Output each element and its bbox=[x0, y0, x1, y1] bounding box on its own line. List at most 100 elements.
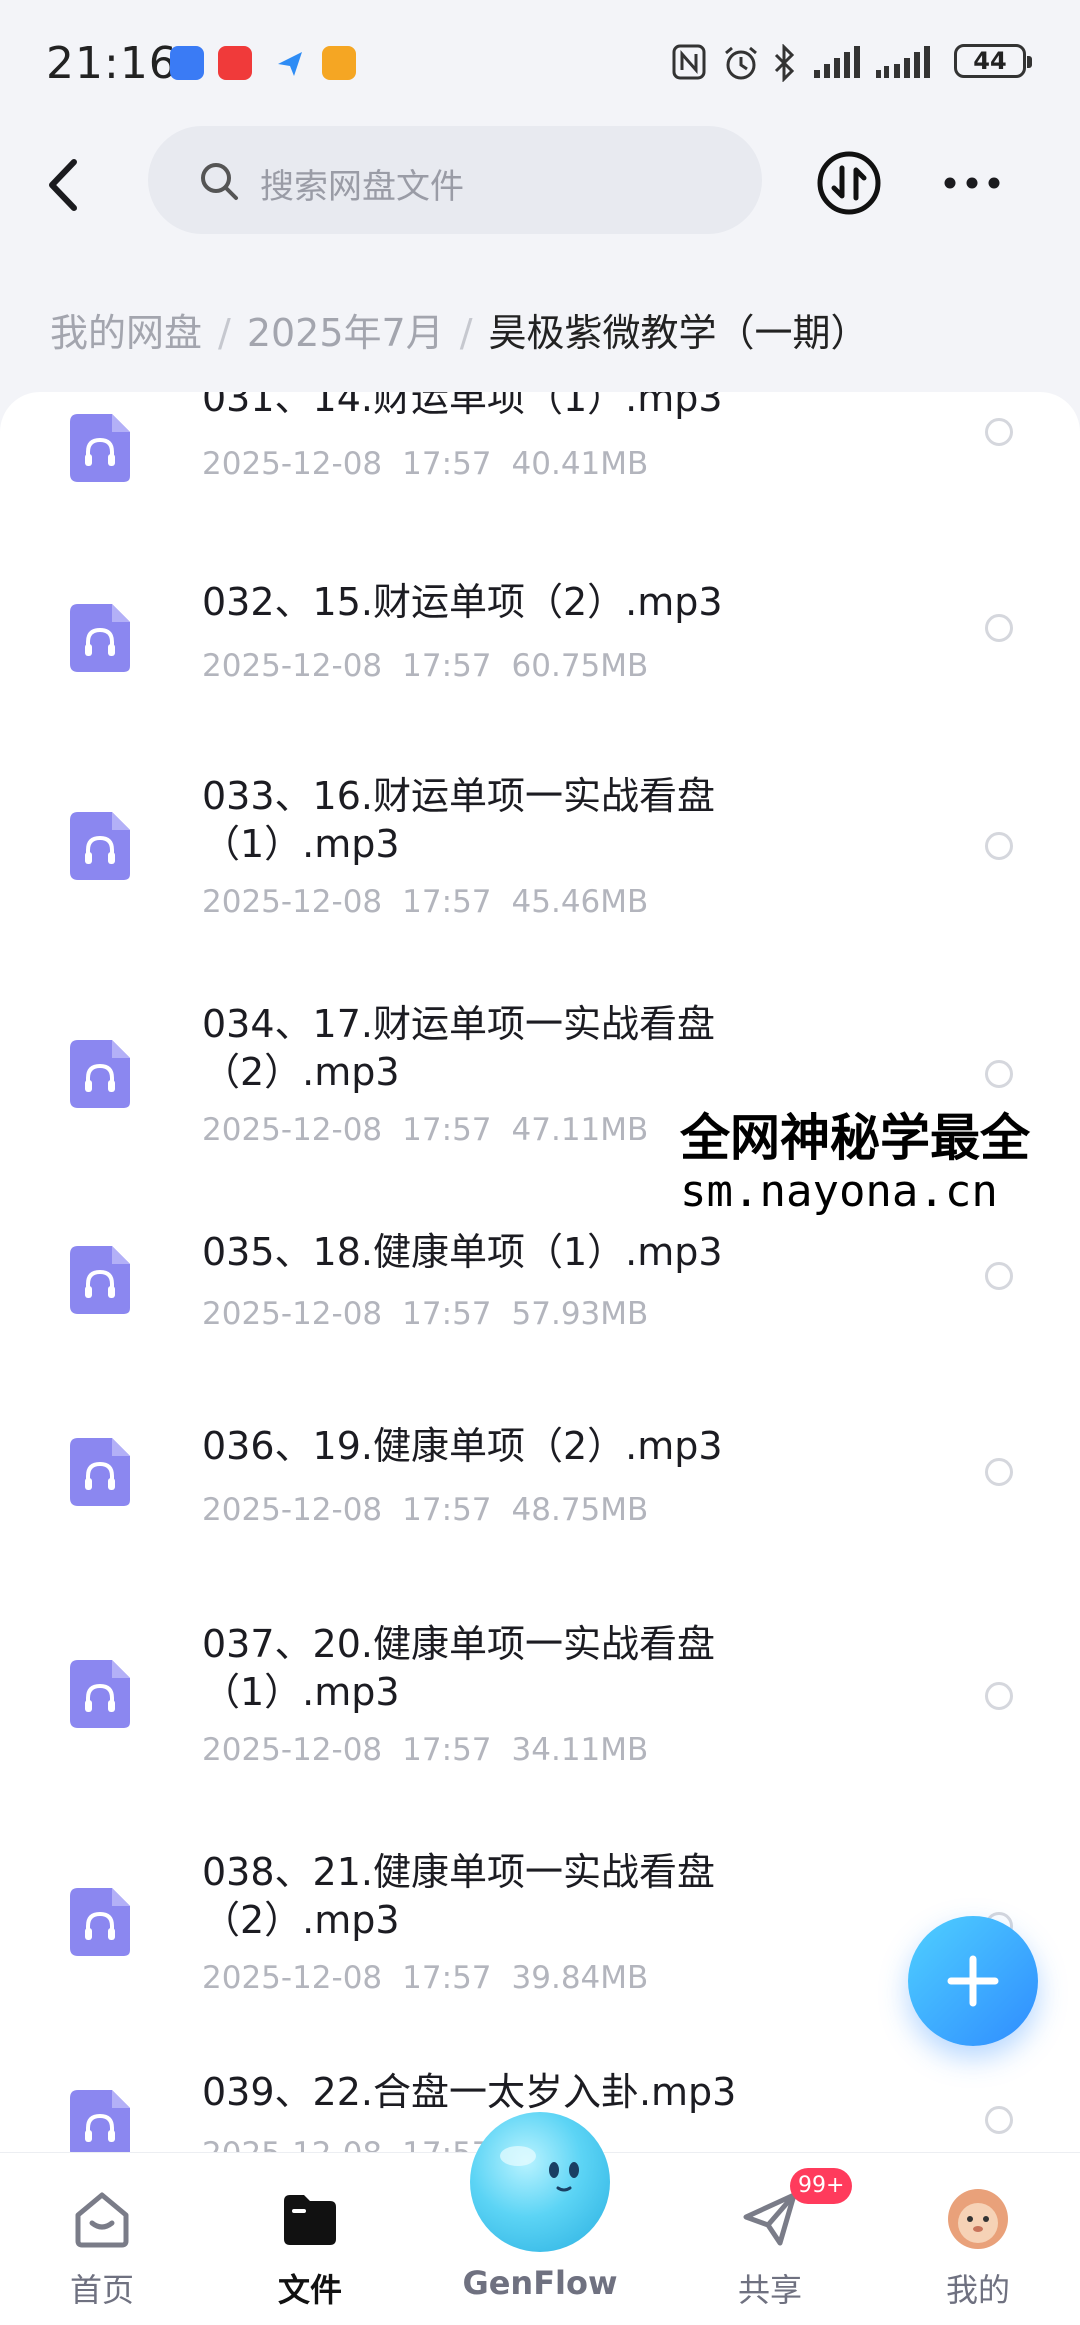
breadcrumb-item-root[interactable]: 我的网盘 bbox=[50, 311, 202, 355]
file-meta: 2025-12-08 17:57 47.11MB bbox=[202, 1112, 668, 1148]
bluetooth-icon bbox=[772, 43, 798, 86]
select-checkbox[interactable] bbox=[985, 1458, 1013, 1486]
file-date: 2025-12-08 bbox=[202, 648, 383, 684]
file-name: 034、17.财运单项一实战看盘（2）.mp3 bbox=[202, 1002, 715, 1094]
search-icon bbox=[201, 163, 238, 200]
audio-file-icon bbox=[70, 1040, 130, 1108]
more-icon bbox=[944, 177, 1000, 189]
nav-label-home: 首页 bbox=[69, 2271, 134, 2309]
file-time: 17:57 bbox=[402, 1112, 492, 1148]
select-checkbox[interactable] bbox=[985, 2106, 1013, 2134]
watermark-overlay: 全网神秘学最全 sm.nayona.cn bbox=[680, 1098, 1080, 1228]
file-time: 17:57 bbox=[402, 648, 492, 684]
alarm-icon bbox=[722, 44, 760, 86]
file-time: 17:57 bbox=[402, 1732, 492, 1768]
file-time: 17:57 bbox=[402, 1492, 492, 1528]
file-size: 57.93MB bbox=[511, 1296, 649, 1332]
search-placeholder: 搜索网盘文件 bbox=[260, 167, 464, 207]
nav-item-files[interactable]: 文件 bbox=[230, 2153, 390, 2325]
signal-4g-icon bbox=[874, 44, 940, 84]
file-meta: 2025-12-08 17:57 45.46MB bbox=[202, 884, 668, 920]
file-size: 45.46MB bbox=[511, 884, 649, 920]
file-name: 038、21.健康单项一实战看盘（2）.mp3 bbox=[202, 1850, 715, 1942]
file-date: 2025-12-08 bbox=[202, 2136, 382, 2152]
file-date: 2025-12-08 bbox=[202, 1112, 383, 1148]
breadcrumb-item-current: 昊极紫微教学（一期） bbox=[488, 311, 869, 355]
file-date: 2025-12-08 bbox=[202, 1492, 383, 1528]
orange-app-icon bbox=[322, 46, 356, 80]
battery-icon: 44 bbox=[954, 44, 1032, 78]
select-checkbox[interactable] bbox=[985, 832, 1013, 860]
file-list: 031、14.财运单项（1）.mp3 2025-12-08 17:57 40.41MB… bbox=[0, 392, 1080, 2152]
file-size: 48.75MB bbox=[511, 1492, 649, 1528]
search-input[interactable]: 搜索网盘文件 bbox=[148, 126, 762, 234]
status-time: 21:16 bbox=[46, 38, 178, 89]
nav-item-home[interactable]: 首页 bbox=[22, 2153, 182, 2325]
select-checkbox[interactable] bbox=[985, 1060, 1013, 1088]
file-meta: 2025-12-08 17:57 48.75MB bbox=[202, 1492, 668, 1528]
file-date: 2025-12-08 bbox=[202, 1960, 383, 1996]
audio-file-icon bbox=[70, 604, 130, 672]
signal-icon bbox=[812, 44, 864, 84]
audio-file-icon bbox=[70, 812, 130, 880]
back-button[interactable] bbox=[36, 150, 96, 220]
red-app-icon bbox=[218, 46, 252, 80]
nav-item-mine[interactable]: 我的 bbox=[898, 2153, 1058, 2325]
file-name: 037、20.健康单项一实战看盘（1）.mp3 bbox=[202, 1622, 715, 1714]
more-button[interactable] bbox=[942, 168, 1002, 198]
folder-icon bbox=[284, 2195, 336, 2245]
nfc-icon bbox=[672, 44, 706, 84]
file-meta: 2025-12-08 17:57 34.11MB bbox=[202, 1732, 668, 1768]
nav-label-files: 文件 bbox=[277, 2271, 342, 2309]
transfer-button[interactable] bbox=[816, 150, 882, 216]
audio-file-icon bbox=[70, 414, 130, 482]
file-meta: 2025-12-08 17:57 57.93MB bbox=[202, 1296, 668, 1332]
file-size: 40.41MB bbox=[511, 446, 649, 482]
file-name: 035、18.健康单项（1）.mp3 bbox=[202, 1230, 723, 1274]
add-button[interactable] bbox=[908, 1916, 1038, 2046]
file-size: 39.84MB bbox=[511, 1960, 649, 1996]
file-date: 2025-12-08 bbox=[202, 884, 383, 920]
audio-file-icon bbox=[70, 2090, 130, 2152]
file-name: 031、14.财运单项（1）.mp3 bbox=[202, 392, 723, 420]
select-checkbox[interactable] bbox=[985, 418, 1013, 446]
file-size: 60.75MB bbox=[511, 648, 649, 684]
breadcrumb-separator: / bbox=[218, 311, 231, 355]
nav-label-mine: 我的 bbox=[945, 2271, 1010, 2309]
file-size: 34.11MB bbox=[511, 1732, 649, 1768]
share-icon bbox=[743, 2192, 797, 2246]
shield-app-icon bbox=[170, 46, 204, 80]
avatar-icon bbox=[948, 2189, 1008, 2249]
plus-icon bbox=[947, 1955, 999, 2007]
audio-file-icon bbox=[70, 1888, 130, 1956]
home-icon bbox=[75, 2192, 129, 2248]
nav-label-genflow[interactable]: GenFlow bbox=[440, 2264, 640, 2302]
blue-app-icon bbox=[274, 46, 308, 80]
genflow-mascot-icon[interactable] bbox=[470, 2112, 610, 2252]
audio-file-icon bbox=[70, 1246, 130, 1314]
select-checkbox[interactable] bbox=[985, 1262, 1013, 1290]
status-bar: 21:16 44 bbox=[0, 0, 1080, 120]
share-badge: 99+ bbox=[790, 2168, 853, 2204]
file-time: 17:57 bbox=[402, 1960, 492, 1996]
breadcrumb-item-month[interactable]: 2025年7月 bbox=[247, 311, 444, 355]
file-meta: 2025-12-08 17:57 40.41MB bbox=[202, 446, 668, 482]
file-name: 033、16.财运单项一实战看盘（1）.mp3 bbox=[202, 774, 715, 866]
breadcrumb-separator: / bbox=[459, 311, 473, 355]
file-name: 032、15.财运单项（2）.mp3 bbox=[202, 580, 723, 624]
file-meta: 2025-12-08 17:57 39.84MB bbox=[202, 1960, 668, 1996]
file-time: 17:57 bbox=[402, 446, 492, 482]
file-date: 2025-12-08 bbox=[202, 1732, 383, 1768]
watermark-title: 全网神秘学最全 bbox=[680, 1109, 1030, 1167]
chevron-left-icon bbox=[49, 159, 77, 211]
file-time: 17:57 bbox=[402, 1296, 492, 1332]
file-name: 036、19.健康单项（2）.mp3 bbox=[202, 1424, 723, 1468]
select-checkbox[interactable] bbox=[985, 614, 1013, 642]
file-time: 17:57 bbox=[402, 884, 492, 920]
audio-file-icon bbox=[70, 1438, 130, 1506]
file-meta: 2025-12-08 17:57 60.75MB bbox=[202, 648, 668, 684]
select-checkbox[interactable] bbox=[985, 1682, 1013, 1710]
nav-label-share: 共享 bbox=[737, 2271, 802, 2309]
file-size: 47.11MB bbox=[511, 1112, 649, 1148]
file-date: 2025-12-08 bbox=[202, 446, 383, 482]
